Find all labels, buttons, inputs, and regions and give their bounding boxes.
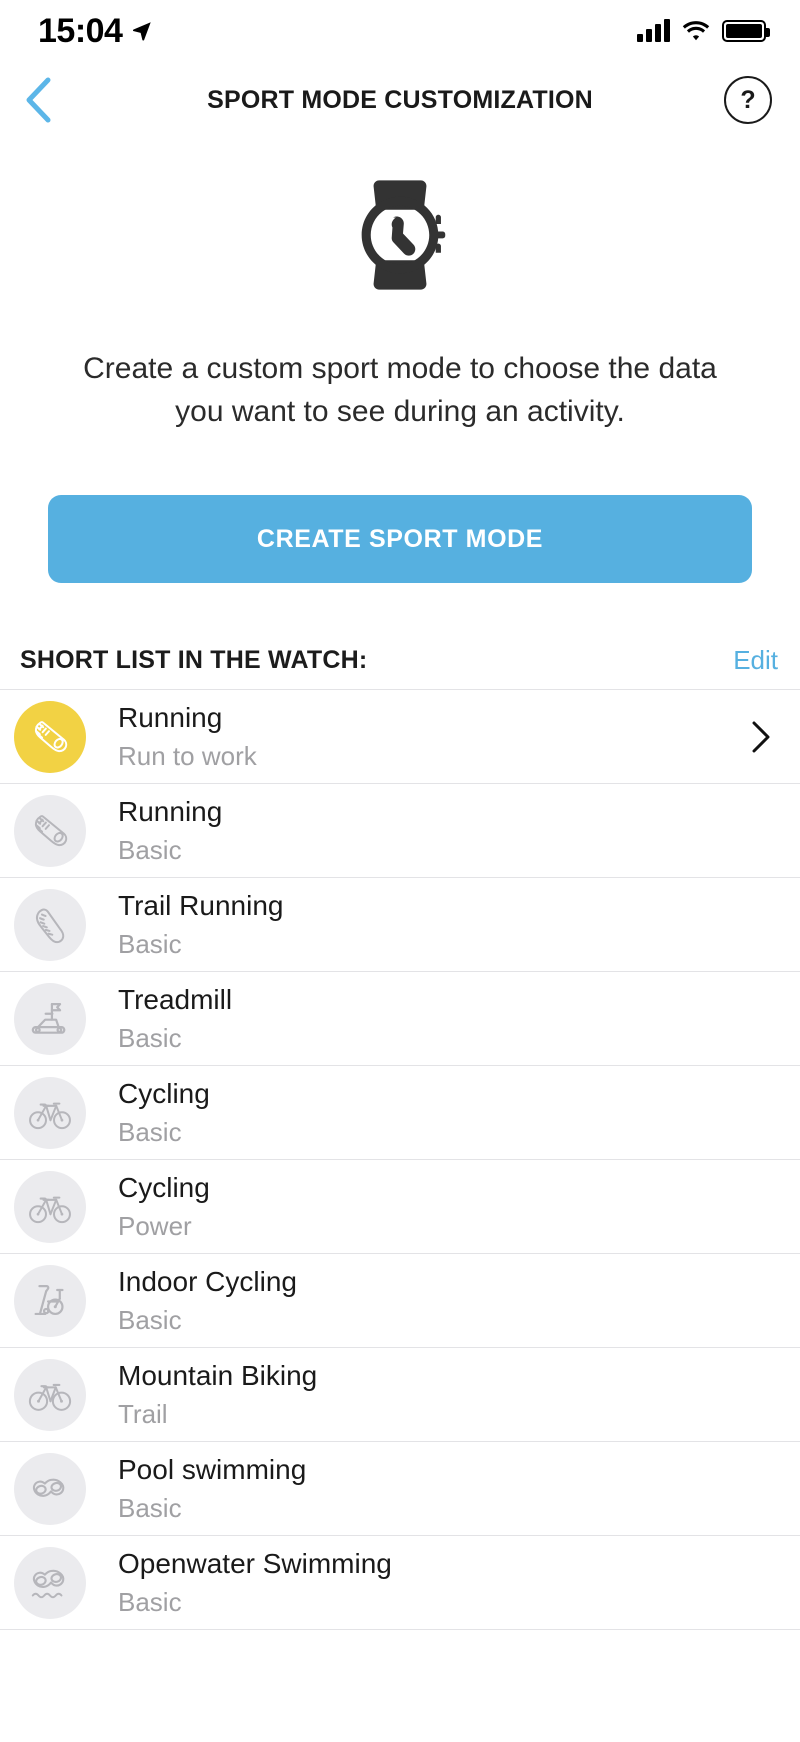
sport-row-text: Treadmill Basic	[118, 983, 778, 1055]
cellular-signal-icon	[637, 19, 670, 42]
hero-description: Create a custom sport mode to choose the…	[83, 352, 717, 428]
sport-row-text: Cycling Basic	[118, 1077, 778, 1149]
sport-mode-row[interactable]: Cycling Power	[0, 1160, 800, 1255]
swim-goggles-waves-icon	[31, 1569, 65, 1598]
bicycle-icon	[29, 1196, 71, 1223]
sport-icon-badge	[14, 1546, 86, 1619]
spin-bike-icon	[34, 1284, 64, 1315]
sport-icon-badge	[14, 1452, 86, 1525]
sport-icon-badge	[14, 1076, 86, 1149]
sport-icon-badge	[14, 700, 86, 773]
sport-name: Indoor Cycling	[118, 1265, 297, 1297]
treadmill-icon	[31, 1002, 66, 1034]
sport-row-text: Openwater Swimming Basic	[118, 1547, 778, 1619]
sport-icon-badge	[14, 1358, 86, 1431]
status-bar-right	[637, 19, 770, 42]
sport-name: Trail Running	[118, 889, 284, 921]
sport-row-text: Running Basic	[118, 795, 778, 867]
help-button[interactable]: ?	[724, 76, 772, 124]
sport-name: Cycling	[118, 1171, 210, 1203]
create-sport-mode-button[interactable]: CREATE SPORT MODE	[48, 495, 752, 584]
sport-name: Pool swimming	[118, 1453, 307, 1485]
sport-mode-row[interactable]: Openwater Swimming Basic	[0, 1536, 800, 1631]
chevron-left-icon	[26, 77, 51, 123]
help-question-mark-icon: ?	[740, 85, 756, 114]
sport-mode-row[interactable]: Treadmill Basic	[0, 972, 800, 1067]
sport-name: Running	[118, 795, 223, 827]
sport-name: Running	[118, 701, 223, 733]
running-shoe-icon	[34, 720, 68, 752]
cta-container: CREATE SPORT MODE	[0, 433, 800, 584]
sport-row-text: Running Run to work	[118, 701, 744, 773]
swim-goggles-icon	[32, 1478, 65, 1497]
status-bar-clock: 15:04	[38, 12, 123, 50]
sport-mode-list: Running Run to work Running Basic Trail Runn…	[0, 689, 800, 1631]
sport-mode-row[interactable]: Indoor Cycling Basic	[0, 1254, 800, 1349]
sport-variant: Trail	[118, 1399, 168, 1430]
sport-icon-badge	[14, 982, 86, 1055]
sport-mode-row[interactable]: Pool swimming Basic	[0, 1442, 800, 1537]
sport-row-text: Cycling Power	[118, 1171, 778, 1243]
sport-variant: Basic	[118, 1305, 182, 1336]
back-button[interactable]	[10, 72, 66, 128]
sport-icon-badge	[14, 1170, 86, 1243]
status-bar: 15:04	[0, 0, 800, 62]
page-title: SPORT MODE CUSTOMIZATION	[207, 85, 593, 114]
bicycle-icon	[29, 1102, 71, 1129]
chevron-right-icon[interactable]	[744, 720, 778, 754]
sport-variant: Basic	[118, 1023, 182, 1054]
sport-mode-row[interactable]: Trail Running Basic	[0, 878, 800, 973]
sport-mode-row[interactable]: Cycling Basic	[0, 1066, 800, 1161]
sport-row-text: Pool swimming Basic	[118, 1453, 778, 1525]
sport-name: Openwater Swimming	[118, 1547, 392, 1579]
location-arrow-icon	[133, 22, 152, 41]
sport-icon-badge	[14, 1264, 86, 1337]
short-list-section-header: SHORT LIST IN THE WATCH: Edit	[0, 631, 800, 689]
running-shoe-icon	[34, 814, 68, 846]
battery-full-icon	[722, 20, 770, 42]
sport-mode-row[interactable]: Mountain Biking Trail	[0, 1348, 800, 1443]
edit-link[interactable]: Edit	[733, 645, 778, 676]
sport-name: Cycling	[118, 1077, 210, 1109]
sport-icon-badge	[14, 888, 86, 961]
sport-variant: Run to work	[118, 741, 257, 772]
mountain-bike-icon	[28, 1383, 72, 1411]
trail-shoe-sole-icon	[35, 908, 65, 943]
sport-icon-badge	[14, 794, 86, 867]
status-bar-left: 15:04	[38, 14, 153, 48]
sport-mode-row[interactable]: Running Basic	[0, 784, 800, 879]
navigation-bar: SPORT MODE CUSTOMIZATION ?	[0, 62, 800, 138]
sport-row-text: Indoor Cycling Basic	[118, 1265, 778, 1337]
sport-variant: Basic	[118, 1587, 182, 1618]
sport-variant: Basic	[118, 1117, 182, 1148]
sport-variant: Basic	[118, 1493, 182, 1524]
hero-section: Create a custom sport mode to choose the…	[0, 138, 800, 584]
sport-name: Treadmill	[118, 983, 233, 1015]
sport-row-text: Trail Running Basic	[118, 889, 778, 961]
sport-variant: Power	[118, 1211, 192, 1242]
sport-variant: Basic	[118, 929, 182, 960]
sport-row-text: Mountain Biking Trail	[118, 1359, 778, 1431]
section-title: SHORT LIST IN THE WATCH:	[20, 645, 368, 674]
smartwatch-icon	[361, 180, 446, 290]
sport-variant: Basic	[118, 835, 182, 866]
sport-name: Mountain Biking	[118, 1359, 318, 1391]
wifi-icon	[682, 21, 710, 41]
sport-mode-row[interactable]: Running Run to work	[0, 690, 800, 785]
